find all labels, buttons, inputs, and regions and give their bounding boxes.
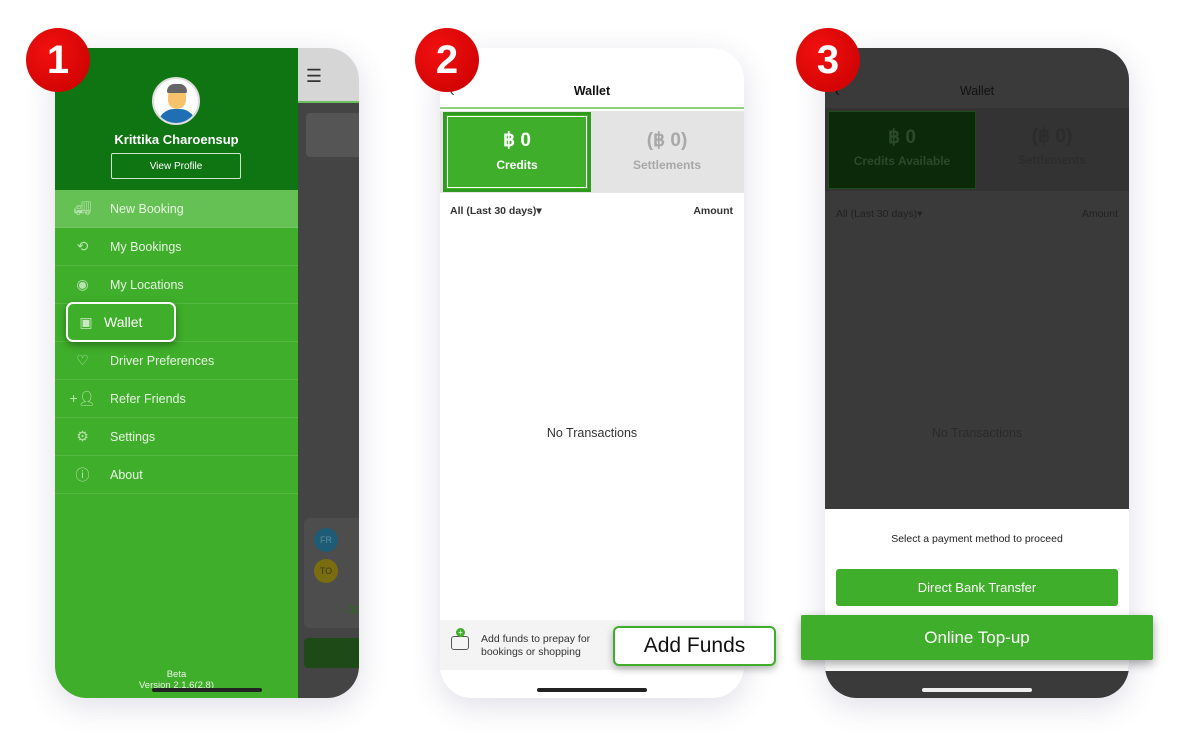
amount-header: Amount <box>693 205 733 217</box>
side-drawer: Krittika Charoensup View Profile 🚚︎ New B… <box>55 48 298 698</box>
empty-state: No Transactions <box>546 426 638 440</box>
page-title: Wallet <box>959 84 995 98</box>
beta-label: Beta <box>166 669 187 680</box>
route-card: FR TO Op <box>304 518 359 628</box>
heart-icon: ♡ <box>76 352 89 368</box>
caret-down-icon: ▾ <box>536 205 542 217</box>
menu-label: About <box>110 467 143 482</box>
tab-credits[interactable]: ฿ 0 Credits <box>443 112 591 192</box>
credits-amount: ฿ 0 <box>503 130 531 151</box>
home-indicator <box>152 688 262 692</box>
amount-header: Amount <box>1081 208 1118 220</box>
info-icon: ⓘ <box>75 466 90 483</box>
menu-item-my-bookings[interactable]: ⟲ My Bookings <box>55 228 298 266</box>
filter-label: All (Last 30 days) <box>450 205 537 217</box>
step-badge-1: 1 <box>26 28 90 92</box>
online-topup-button[interactable]: Online Top-up <box>801 615 1153 660</box>
menu-label: New Booking <box>110 201 184 216</box>
add-funds-hint: Add funds to prepay for bookings or shop… <box>481 633 591 658</box>
filter-dropdown[interactable]: All (Last 30 days)▾ <box>450 205 542 217</box>
credits-amount: ฿ 0 <box>888 127 916 148</box>
menu-item-new-booking[interactable]: 🚚︎ New Booking <box>55 190 298 228</box>
settlements-amount: (฿ 0) <box>1031 126 1073 147</box>
menu-label: My Bookings <box>110 239 182 254</box>
menu-item-driver-preferences[interactable]: ♡ Driver Preferences <box>55 342 298 380</box>
avatar[interactable] <box>152 77 200 125</box>
menu-item-settings[interactable]: ⚙ Settings <box>55 418 298 456</box>
wallet-icon: ▣ <box>79 313 93 330</box>
credits-label: Credits <box>496 158 538 172</box>
location-pin-icon: ◉ <box>76 276 89 292</box>
add-person-icon: +👤︎ <box>69 390 96 406</box>
phone-menu-screen: ☰ FR TO Op Krittika Charoensup View Prof… <box>55 48 359 698</box>
page-title: Wallet <box>573 84 611 98</box>
truck-icon: 🚚︎ <box>73 200 92 216</box>
from-marker: FR <box>314 528 338 552</box>
options-link[interactable]: Op <box>346 604 359 616</box>
wallet-highlight-label: Wallet <box>104 314 143 330</box>
settlements-amount: (฿ 0) <box>646 130 688 151</box>
home-indicator <box>922 688 1032 692</box>
menu-label: Settings <box>110 429 156 444</box>
wallet-highlight[interactable]: ▣ Wallet <box>66 302 176 342</box>
tab-settlements[interactable]: (฿ 0) Settlements <box>977 111 1127 189</box>
filter-label: All (Last 30 days) <box>836 208 918 220</box>
gear-icon: ⚙ <box>76 428 89 444</box>
phone-wallet-screen: ‹ Wallet ฿ 0 Credits (฿ 0) Settlements A… <box>440 48 744 698</box>
settlements-label: Settlements <box>1017 153 1087 167</box>
confirm-button-dimmed[interactable] <box>304 638 359 668</box>
menu-label: My Locations <box>110 277 184 292</box>
payment-prompt: Select a payment method to proceed <box>891 533 1063 545</box>
user-name: Krittika Charoensup <box>114 132 239 147</box>
menu-item-refer-friends[interactable]: +👤︎ Refer Friends <box>55 380 298 418</box>
caret-down-icon: ▾ <box>917 208 923 220</box>
wallet-add-icon: + <box>451 628 469 650</box>
settlements-label: Settlements <box>632 158 702 172</box>
menu-item-about[interactable]: ⓘ About <box>55 456 298 494</box>
direct-bank-transfer-button[interactable]: Direct Bank Transfer <box>836 569 1118 606</box>
tab-credits[interactable]: ฿ 0 Credits Available <box>828 111 976 189</box>
step-badge-3: 3 <box>796 28 860 92</box>
filter-dropdown[interactable]: All (Last 30 days)▾ <box>836 208 922 220</box>
menu-label: Driver Preferences <box>110 353 215 368</box>
phone-payment-method-screen: ‹ Wallet ฿ 0 Credits Available (฿ 0) Set… <box>825 48 1129 698</box>
dimmed-background: FR TO Op <box>298 103 359 698</box>
profile-header: Krittika Charoensup View Profile <box>55 48 298 190</box>
view-profile-button[interactable]: View Profile <box>111 153 241 179</box>
to-marker: TO <box>314 559 338 583</box>
hamburger-menu-icon[interactable]: ☰ <box>304 66 324 87</box>
menu-item-my-locations[interactable]: ◉ My Locations <box>55 266 298 304</box>
step-badge-2: 2 <box>415 28 479 92</box>
tab-settlements[interactable]: (฿ 0) Settlements <box>592 112 742 192</box>
credits-label: Credits Available <box>853 154 951 168</box>
menu-label: Refer Friends <box>110 391 186 406</box>
empty-state: No Transactions <box>931 426 1023 440</box>
add-funds-button[interactable]: Add Funds <box>613 626 776 666</box>
header-divider <box>440 107 744 109</box>
app-header-behind: ☰ <box>298 48 359 103</box>
history-icon: ⟲ <box>76 238 89 254</box>
home-indicator <box>537 688 647 692</box>
shopping-card <box>306 113 359 157</box>
